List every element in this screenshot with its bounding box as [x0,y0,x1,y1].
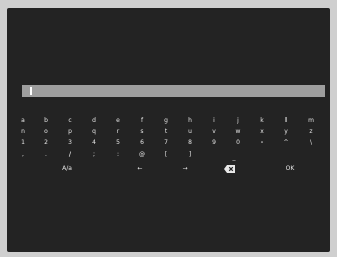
key-9[interactable]: 9 [207,139,221,147]
ok-button[interactable]: OK [283,165,297,173]
key-3[interactable]: 3 [63,139,77,147]
case-toggle-key[interactable]: A/a [54,165,80,173]
key-hyphen[interactable]: - [255,139,269,147]
key-m[interactable]: m [304,117,318,125]
key-x[interactable]: x [255,128,269,136]
key-i[interactable]: i [207,117,221,125]
key-right-bracket[interactable]: ] [183,151,197,159]
key-p[interactable]: p [63,128,77,136]
key-backslash[interactable]: \ [304,139,318,147]
key-semicolon[interactable]: ; [87,151,101,159]
on-screen-keyboard: a b c d e f g h i j k l m n o p q r s t … [7,8,330,252]
left-arrow-key[interactable]: ← [133,165,147,173]
key-period[interactable]: . [39,151,53,159]
key-k[interactable]: k [255,117,269,125]
key-1[interactable]: 1 [16,139,30,147]
key-d[interactable]: d [87,117,101,125]
key-left-bracket[interactable]: [ [159,151,173,159]
key-y[interactable]: y [279,128,293,136]
key-a[interactable]: a [16,117,30,125]
backspace-icon[interactable] [224,165,236,173]
key-n[interactable]: n [16,128,30,136]
key-comma[interactable]: , [16,151,30,159]
key-slash[interactable]: / [63,151,77,159]
right-arrow-key[interactable]: → [178,165,192,173]
key-f[interactable]: f [135,117,149,125]
key-r[interactable]: r [111,128,125,136]
key-caret[interactable]: ^ [279,139,293,147]
device-frame: a b c d e f g h i j k l m n o p q r s t … [0,0,337,257]
key-0[interactable]: 0 [231,139,245,147]
key-o[interactable]: o [39,128,53,136]
key-4[interactable]: 4 [87,139,101,147]
key-h[interactable]: h [183,117,197,125]
key-8[interactable]: 8 [183,139,197,147]
key-z[interactable]: z [304,128,318,136]
key-b[interactable]: b [39,117,53,125]
key-6[interactable]: 6 [135,139,149,147]
key-w[interactable]: w [231,128,245,136]
key-5[interactable]: 5 [111,139,125,147]
key-v[interactable]: v [207,128,221,136]
key-c[interactable]: c [63,117,77,125]
key-s[interactable]: s [135,128,149,136]
key-underscore[interactable]: _ [227,154,241,162]
key-l[interactable]: l [279,117,293,125]
key-colon[interactable]: : [111,151,125,159]
key-7[interactable]: 7 [159,139,173,147]
key-j[interactable]: j [231,117,245,125]
key-t[interactable]: t [159,128,173,136]
key-2[interactable]: 2 [39,139,53,147]
key-at[interactable]: @ [135,151,149,159]
key-u[interactable]: u [183,128,197,136]
key-g[interactable]: g [159,117,173,125]
key-e[interactable]: e [111,117,125,125]
screen: a b c d e f g h i j k l m n o p q r s t … [7,8,330,252]
key-q[interactable]: q [87,128,101,136]
